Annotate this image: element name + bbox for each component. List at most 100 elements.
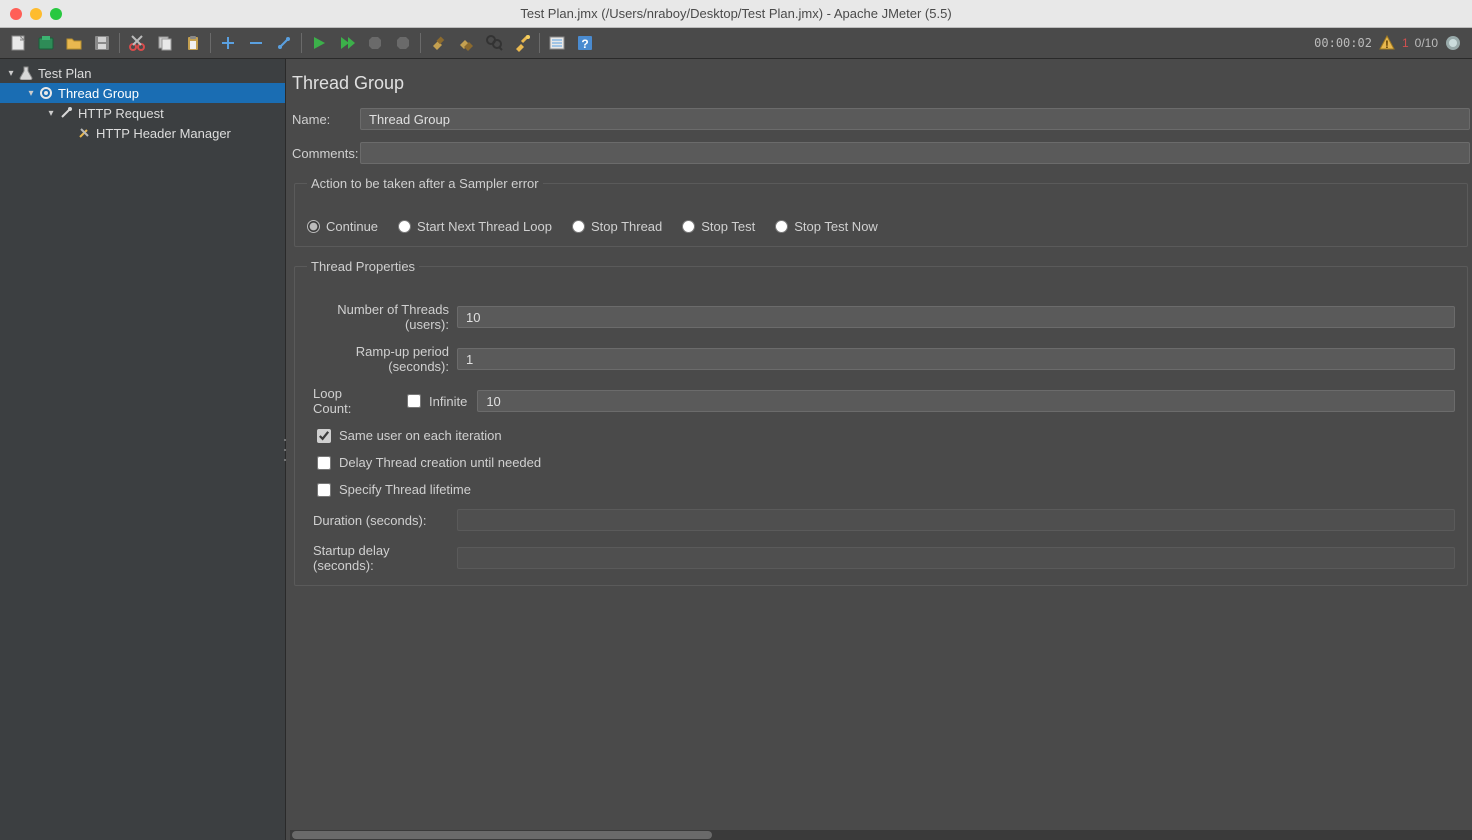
chevron-down-icon[interactable]: ▾ bbox=[26, 88, 36, 99]
start-icon[interactable] bbox=[307, 31, 331, 55]
panel-title: Thread Group bbox=[290, 73, 1472, 108]
infinite-checkbox[interactable]: Infinite bbox=[407, 394, 467, 409]
name-field[interactable] bbox=[360, 108, 1470, 130]
num-threads-label: Number of Threads (users): bbox=[307, 302, 457, 332]
zoom-window-icon[interactable] bbox=[50, 8, 62, 20]
copy-icon[interactable] bbox=[153, 31, 177, 55]
infinite-checkbox-input[interactable] bbox=[407, 394, 421, 408]
thread-count: 0/10 bbox=[1415, 36, 1438, 50]
radio-label: Stop Thread bbox=[591, 219, 662, 234]
specify-lifetime-label: Specify Thread lifetime bbox=[339, 482, 471, 497]
save-icon[interactable] bbox=[90, 31, 114, 55]
startup-delay-field bbox=[457, 547, 1455, 569]
tree-node-test-plan[interactable]: ▾ Test Plan bbox=[0, 63, 285, 83]
error-count: 1 bbox=[1402, 36, 1409, 50]
wrench-icon bbox=[76, 125, 92, 141]
tree-node-http-request[interactable]: ▾ HTTP Request bbox=[0, 103, 285, 123]
warning-icon[interactable]: ! bbox=[1378, 34, 1396, 52]
startup-delay-label: Startup delay (seconds): bbox=[307, 543, 457, 573]
delay-thread-checkbox[interactable]: Delay Thread creation until needed bbox=[317, 455, 1455, 470]
flask-icon bbox=[18, 65, 34, 81]
radio-label: Stop Test Now bbox=[794, 219, 878, 234]
radio-stop-test-now[interactable]: Stop Test Now bbox=[775, 219, 878, 234]
radio-label: Stop Test bbox=[701, 219, 755, 234]
expand-icon[interactable] bbox=[216, 31, 240, 55]
radio-label: Start Next Thread Loop bbox=[417, 219, 552, 234]
tree-label: Test Plan bbox=[38, 66, 91, 81]
duration-field bbox=[457, 509, 1455, 531]
scrollbar-thumb[interactable] bbox=[292, 831, 712, 839]
cut-icon[interactable] bbox=[125, 31, 149, 55]
same-user-checkbox-input[interactable] bbox=[317, 429, 331, 443]
error-action-group: Action to be taken after a Sampler error… bbox=[294, 176, 1468, 247]
num-threads-field[interactable] bbox=[457, 306, 1455, 328]
radio-start-next[interactable]: Start Next Thread Loop bbox=[398, 219, 552, 234]
same-user-label: Same user on each iteration bbox=[339, 428, 502, 443]
radio-stop-thread-input[interactable] bbox=[572, 220, 585, 233]
clear-all-icon[interactable] bbox=[454, 31, 478, 55]
rampup-label: Ramp-up period (seconds): bbox=[307, 344, 457, 374]
chevron-down-icon[interactable]: ▾ bbox=[46, 108, 56, 119]
infinite-label: Infinite bbox=[429, 394, 467, 409]
clear-icon[interactable] bbox=[426, 31, 450, 55]
loop-count-label: Loop Count: bbox=[307, 386, 389, 416]
tree-node-header-manager[interactable]: HTTP Header Manager bbox=[0, 123, 285, 143]
collapse-icon[interactable] bbox=[244, 31, 268, 55]
editor-panel: Thread Group Name: Comments: Action to b… bbox=[286, 59, 1472, 840]
threads-status-icon[interactable] bbox=[1444, 34, 1462, 52]
radio-stop-thread[interactable]: Stop Thread bbox=[572, 219, 662, 234]
help-icon[interactable]: ? bbox=[573, 31, 597, 55]
rampup-field[interactable] bbox=[457, 348, 1455, 370]
tree-node-thread-group[interactable]: ▾ Thread Group bbox=[0, 83, 285, 103]
delay-thread-label: Delay Thread creation until needed bbox=[339, 455, 541, 470]
comments-field[interactable] bbox=[360, 142, 1470, 164]
thread-properties-group: Thread Properties Number of Threads (use… bbox=[294, 259, 1468, 586]
name-label: Name: bbox=[292, 112, 360, 127]
window-title: Test Plan.jmx (/Users/nraboy/Desktop/Tes… bbox=[520, 6, 951, 21]
toggle-icon[interactable] bbox=[272, 31, 296, 55]
open-file-icon[interactable] bbox=[62, 31, 86, 55]
delay-thread-checkbox-input[interactable] bbox=[317, 456, 331, 470]
paste-icon[interactable] bbox=[181, 31, 205, 55]
function-helper-icon[interactable] bbox=[545, 31, 569, 55]
new-file-icon[interactable] bbox=[6, 31, 30, 55]
gear-icon bbox=[38, 85, 54, 101]
minimize-window-icon[interactable] bbox=[30, 8, 42, 20]
loop-count-field[interactable] bbox=[477, 390, 1455, 412]
svg-text:!: ! bbox=[1385, 39, 1389, 51]
close-window-icon[interactable] bbox=[10, 8, 22, 20]
radio-stop-test[interactable]: Stop Test bbox=[682, 219, 755, 234]
tree-label: Thread Group bbox=[58, 86, 139, 101]
stop-icon[interactable] bbox=[363, 31, 387, 55]
titlebar: Test Plan.jmx (/Users/nraboy/Desktop/Tes… bbox=[0, 0, 1472, 28]
duration-label: Duration (seconds): bbox=[307, 513, 457, 528]
elapsed-timer: 00:00:02 bbox=[1314, 36, 1372, 50]
search-icon[interactable] bbox=[482, 31, 506, 55]
radio-continue-input[interactable] bbox=[307, 220, 320, 233]
radio-stop-test-input[interactable] bbox=[682, 220, 695, 233]
window-controls bbox=[10, 8, 62, 20]
toolbar: ? 00:00:02 ! 1 0/10 bbox=[0, 28, 1472, 59]
templates-icon[interactable] bbox=[34, 31, 58, 55]
radio-label: Continue bbox=[326, 219, 378, 234]
reset-search-icon[interactable] bbox=[510, 31, 534, 55]
thread-properties-legend: Thread Properties bbox=[307, 259, 419, 274]
specify-lifetime-checkbox-input[interactable] bbox=[317, 483, 331, 497]
radio-continue[interactable]: Continue bbox=[307, 219, 378, 234]
horizontal-scrollbar[interactable] bbox=[290, 830, 1472, 840]
radio-stop-test-now-input[interactable] bbox=[775, 220, 788, 233]
specify-lifetime-checkbox[interactable]: Specify Thread lifetime bbox=[317, 482, 1455, 497]
tree-label: HTTP Header Manager bbox=[96, 126, 231, 141]
svg-text:?: ? bbox=[581, 37, 588, 51]
start-no-pause-icon[interactable] bbox=[335, 31, 359, 55]
tree-label: HTTP Request bbox=[78, 106, 164, 121]
radio-start-next-input[interactable] bbox=[398, 220, 411, 233]
pipette-icon bbox=[58, 105, 74, 121]
shutdown-icon[interactable] bbox=[391, 31, 415, 55]
test-plan-tree[interactable]: ▾ Test Plan ▾ Thread Group ▾ HTTP Reques… bbox=[0, 59, 286, 840]
comments-label: Comments: bbox=[292, 146, 360, 161]
chevron-down-icon[interactable]: ▾ bbox=[6, 68, 16, 79]
error-action-legend: Action to be taken after a Sampler error bbox=[307, 176, 543, 191]
splitter-handle[interactable] bbox=[282, 435, 288, 465]
same-user-checkbox[interactable]: Same user on each iteration bbox=[317, 428, 1455, 443]
